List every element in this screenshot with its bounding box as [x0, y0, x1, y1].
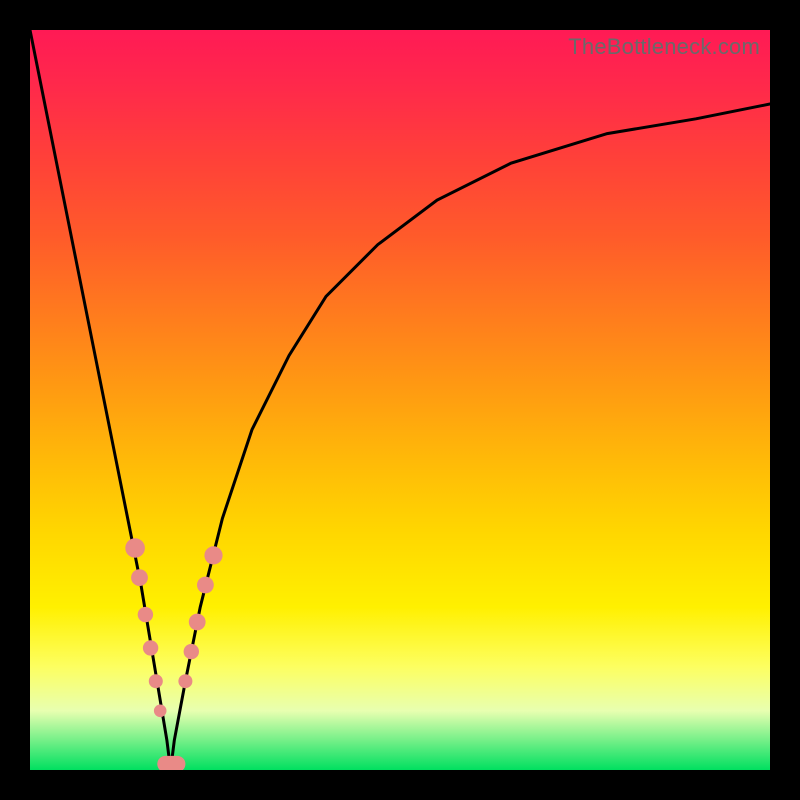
data-marker	[149, 674, 163, 688]
data-marker	[138, 607, 153, 622]
chart-frame: TheBottleneck.com	[0, 0, 800, 800]
data-marker	[154, 705, 167, 718]
data-marker	[204, 546, 222, 564]
data-marker	[131, 569, 148, 586]
data-marker	[143, 640, 158, 655]
data-marker	[178, 674, 192, 688]
data-marker	[197, 577, 214, 594]
bottleneck-curve-svg	[30, 30, 770, 770]
data-marker	[189, 614, 206, 631]
plot-area: TheBottleneck.com	[30, 30, 770, 770]
data-marker	[125, 538, 145, 558]
bottleneck-curve	[30, 30, 770, 770]
data-marker	[184, 644, 199, 659]
data-marker-pill	[157, 756, 185, 770]
